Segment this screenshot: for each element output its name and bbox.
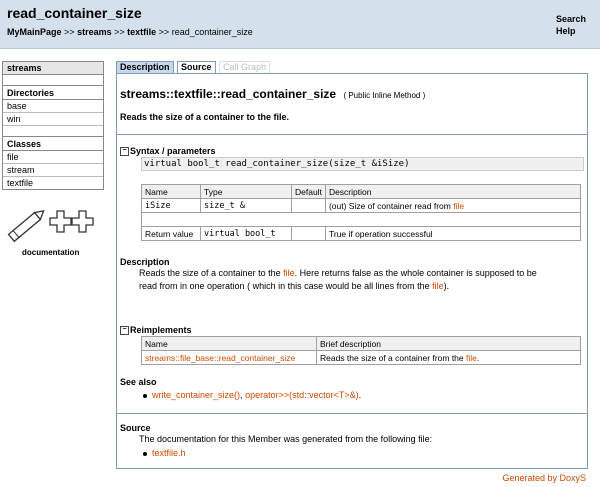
breadcrumb-streams[interactable]: streams — [77, 27, 112, 37]
desc-part: ). — [443, 281, 450, 291]
bullet-icon — [143, 393, 147, 398]
param-col-default: Default — [291, 184, 326, 199]
param-name: iSize — [141, 198, 201, 213]
desc-part: . Here returns false as the whole contai… — [294, 268, 537, 278]
reimpl-brief-text: Reads the size of a container from the — [320, 352, 466, 363]
breadcrumb-textfile[interactable]: textfile — [127, 27, 156, 37]
param-default — [291, 198, 326, 213]
breadcrumb-mymainpage[interactable]: MyMainPage — [7, 27, 62, 37]
sidebar-classes-heading: Classes — [3, 137, 103, 151]
sidebar-spacer — [3, 75, 103, 86]
member-title: streams::textfile::read_container_size (… — [120, 87, 425, 101]
reimplements-heading-text: Reimplements — [130, 325, 192, 335]
seealso-end: . — [358, 390, 362, 400]
sidebar-spacer — [3, 126, 103, 137]
desc-part: Reads the size of a container to the — [139, 268, 284, 278]
sidebar-dirs-heading: Directories — [3, 86, 103, 100]
logo-text: documentation — [22, 248, 80, 257]
description-heading: Description — [120, 257, 170, 267]
file-link[interactable]: file — [283, 268, 295, 278]
breadcrumb-sep: >> — [158, 27, 170, 37]
reimpl-name: streams::file_base::read_container_size — [141, 350, 317, 365]
return-default — [291, 226, 326, 241]
syntax-heading-text: Syntax / parameters — [130, 146, 216, 156]
seealso-link-write[interactable]: write_container_size() — [152, 390, 240, 400]
param-col-type: Type — [200, 184, 292, 199]
reimpl-brief: Reads the size of a container from the f… — [316, 350, 581, 365]
page-title: read_container_size — [7, 5, 142, 21]
table-spacer — [141, 212, 581, 227]
pencil-plusplus-icon — [7, 210, 94, 243]
content-panel: streams::textfile::read_container_size (… — [116, 73, 588, 469]
seealso-item: write_container_size(), operator>>(std::… — [143, 390, 361, 400]
breadcrumb-sep: >> — [114, 27, 125, 37]
file-link[interactable]: file — [453, 201, 464, 211]
reimplements-table: Name Brief description streams::file_bas… — [141, 336, 581, 365]
breadcrumb-sep: >> — [64, 27, 75, 37]
breadcrumb-current: read_container_size — [171, 27, 253, 37]
divider — [117, 413, 587, 414]
sidebar-item-file[interactable]: file — [3, 151, 103, 164]
sidebar-item-win[interactable]: win — [3, 113, 103, 126]
collapse-icon[interactable]: − — [120, 147, 129, 157]
file-link[interactable]: file — [432, 281, 444, 291]
source-item: textfile.h — [143, 448, 186, 458]
divider — [117, 134, 587, 135]
header-links: Search Help — [556, 13, 586, 37]
short-description: Reads the size of a container to the fil… — [120, 112, 290, 122]
param-table: Name Type Default Description iSize size… — [141, 184, 582, 241]
reimpl-col-name: Name — [141, 336, 317, 351]
sidebar-top[interactable]: streams — [3, 62, 103, 75]
breadcrumb: MyMainPage >> streams >> textfile >> rea… — [7, 27, 253, 37]
return-label: Return value — [141, 226, 201, 241]
param-type: size_t & — [200, 198, 292, 213]
footer-generated-by[interactable]: Generated by DoxyS — [502, 473, 586, 483]
bullet-icon — [143, 451, 147, 456]
doxys-logo: documentation — [6, 206, 98, 257]
param-col-name: Name — [141, 184, 201, 199]
tab-bar: Description Source Call Graph — [116, 61, 271, 74]
source-heading: Source — [120, 423, 151, 433]
return-desc: True if operation successful — [324, 226, 582, 241]
collapse-icon[interactable]: − — [120, 326, 129, 336]
param-col-desc: Description — [324, 184, 582, 199]
param-desc-text: (out) Size of container read from — [328, 200, 454, 211]
signature: virtual bool_t read_container_size(size_… — [141, 157, 584, 171]
sidebar-item-base[interactable]: base — [3, 100, 103, 113]
member-title-text: streams::textfile::read_container_size — [120, 87, 337, 101]
syntax-heading[interactable]: − Syntax / parameters — [120, 146, 216, 157]
header-bar: read_container_size MyMainPage >> stream… — [0, 0, 600, 49]
member-kind: ( Public Inline Method ) — [343, 91, 426, 100]
sidebar-item-stream[interactable]: stream — [3, 164, 103, 177]
source-file-link[interactable]: textfile.h — [152, 448, 186, 458]
search-link[interactable]: Search — [556, 13, 586, 25]
return-type: virtual bool_t — [200, 226, 292, 241]
reimplements-heading[interactable]: − Reimplements — [120, 325, 192, 336]
seealso-link-operator[interactable]: operator>>(std::vector<T>&) — [245, 390, 359, 400]
description-text: Reads the size of a container to the fil… — [139, 267, 579, 293]
sidebar: streams Directories base win Classes fil… — [2, 61, 104, 190]
file-link[interactable]: file — [466, 353, 477, 363]
reimpl-link[interactable]: streams::file_base::read_container_size — [145, 353, 295, 363]
help-link[interactable]: Help — [556, 25, 586, 37]
sidebar-item-textfile[interactable]: textfile — [3, 177, 103, 189]
param-desc: (out) Size of container read from file — [324, 198, 582, 213]
desc-part: read from in one operation ( which in th… — [139, 281, 433, 291]
reimpl-col-brief: Brief description — [316, 336, 581, 351]
source-text: The documentation for this Member was ge… — [139, 434, 433, 444]
seealso-heading: See also — [120, 377, 157, 387]
reimpl-brief-end: . — [476, 352, 480, 363]
